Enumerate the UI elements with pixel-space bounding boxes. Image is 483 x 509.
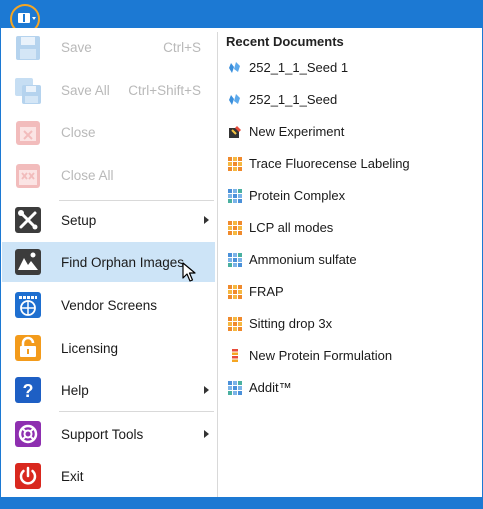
recent-document-item[interactable]: Sitting drop 3x (223, 312, 479, 336)
recent-documents-panel: Recent Documents 252_1_1_Seed 1 252_1_1_… (219, 28, 481, 497)
book-icon (18, 13, 30, 23)
recent-document-item[interactable]: Trace Fluorecense Labeling (223, 152, 479, 176)
help-icon: ? (15, 377, 41, 403)
recent-document-item[interactable]: Ammonium sulfate (223, 248, 479, 272)
crystal-icon (229, 62, 240, 73)
recent-document-label: Protein Complex (249, 188, 346, 203)
submenu-arrow-icon (204, 386, 209, 394)
recent-document-item[interactable]: FRAP (223, 280, 479, 304)
find-orphan-images-label: Find Orphan Images (61, 255, 185, 270)
recent-document-label: FRAP (249, 284, 284, 299)
formulation-icon (232, 349, 238, 362)
recent-documents-title: Recent Documents (226, 34, 344, 49)
vendor-screens-menu-item[interactable]: Vendor Screens (2, 285, 215, 325)
application-menu: Save Ctrl+S Save All Ctrl+Shift+S Close (0, 28, 483, 497)
close-all-label: Close All (61, 168, 114, 183)
recent-document-label: 252_1_1_Seed (249, 92, 338, 107)
recent-document-label: Ammonium sulfate (249, 252, 357, 267)
plate-blue-icon (228, 253, 242, 267)
save-label: Save (61, 40, 92, 55)
vendor-screens-label: Vendor Screens (61, 298, 158, 313)
close-button[interactable]: Close (2, 113, 215, 153)
close-document-icon (16, 121, 40, 145)
recent-document-item[interactable]: 252_1_1_Seed (223, 88, 479, 112)
panel-divider (217, 32, 218, 497)
orphan-images-icon (15, 249, 41, 275)
recent-document-item[interactable]: New Experiment (223, 120, 479, 144)
setup-menu-item[interactable]: Setup (2, 200, 215, 240)
licensing-label: Licensing (61, 341, 119, 356)
save-button[interactable]: Save Ctrl+S (2, 28, 215, 68)
setup-label: Setup (61, 213, 97, 228)
title-bar (0, 0, 483, 28)
recent-document-label: Trace Fluorecense Labeling (249, 156, 410, 171)
recent-document-item[interactable]: Protein Complex (223, 184, 479, 208)
recent-document-label: Sitting drop 3x (249, 316, 333, 331)
support-tools-menu-item[interactable]: Support Tools (2, 414, 215, 454)
save-shortcut: Ctrl+S (163, 40, 201, 55)
plate-orange-icon (228, 157, 242, 171)
save-all-label: Save All (61, 83, 110, 98)
svg-text:?: ? (23, 381, 34, 401)
save-icon (16, 36, 40, 60)
experiment-icon (229, 126, 241, 138)
close-all-icon (16, 164, 40, 188)
exit-label: Exit (61, 469, 84, 484)
lifebuoy-icon (15, 421, 41, 447)
submenu-arrow-icon (204, 216, 209, 224)
plate-blue-icon (228, 381, 242, 395)
recent-document-item[interactable]: Addit™ (223, 376, 479, 400)
recent-document-label: LCP all modes (249, 220, 334, 235)
exit-menu-item[interactable]: Exit (2, 456, 215, 496)
mouse-cursor-icon (182, 262, 196, 282)
recent-document-item[interactable]: New Protein Formulation (223, 344, 479, 368)
licensing-menu-item[interactable]: Licensing (2, 328, 215, 368)
recent-document-label: New Protein Formulation (249, 348, 393, 363)
recent-document-item[interactable]: LCP all modes (223, 216, 479, 240)
plate-orange-icon (228, 221, 242, 235)
tools-icon (15, 207, 41, 233)
plate-orange-icon (228, 285, 242, 299)
submenu-arrow-icon (204, 430, 209, 438)
recent-document-item[interactable]: 252_1_1_Seed 1 (223, 56, 479, 80)
recent-document-label: Addit™ (249, 380, 292, 395)
save-all-icon (15, 78, 41, 104)
close-label: Close (61, 125, 96, 140)
save-all-shortcut: Ctrl+Shift+S (128, 83, 201, 98)
help-menu-item[interactable]: ? Help (2, 370, 215, 410)
recent-document-label: 252_1_1_Seed 1 (249, 60, 349, 75)
save-all-button[interactable]: Save All Ctrl+Shift+S (2, 71, 215, 111)
crystal-icon (229, 94, 240, 105)
power-icon (15, 463, 41, 489)
lock-icon (15, 335, 41, 361)
bottom-bar (0, 497, 483, 509)
help-label: Help (61, 383, 89, 398)
plate-blue-icon (228, 189, 242, 203)
vendor-screens-icon (15, 292, 41, 318)
menu-separator (59, 411, 214, 412)
support-tools-label: Support Tools (61, 427, 144, 442)
recent-document-label: New Experiment (249, 124, 345, 139)
chevron-down-icon (32, 17, 36, 20)
plate-orange-icon (228, 317, 242, 331)
close-all-button[interactable]: Close All (2, 156, 215, 196)
